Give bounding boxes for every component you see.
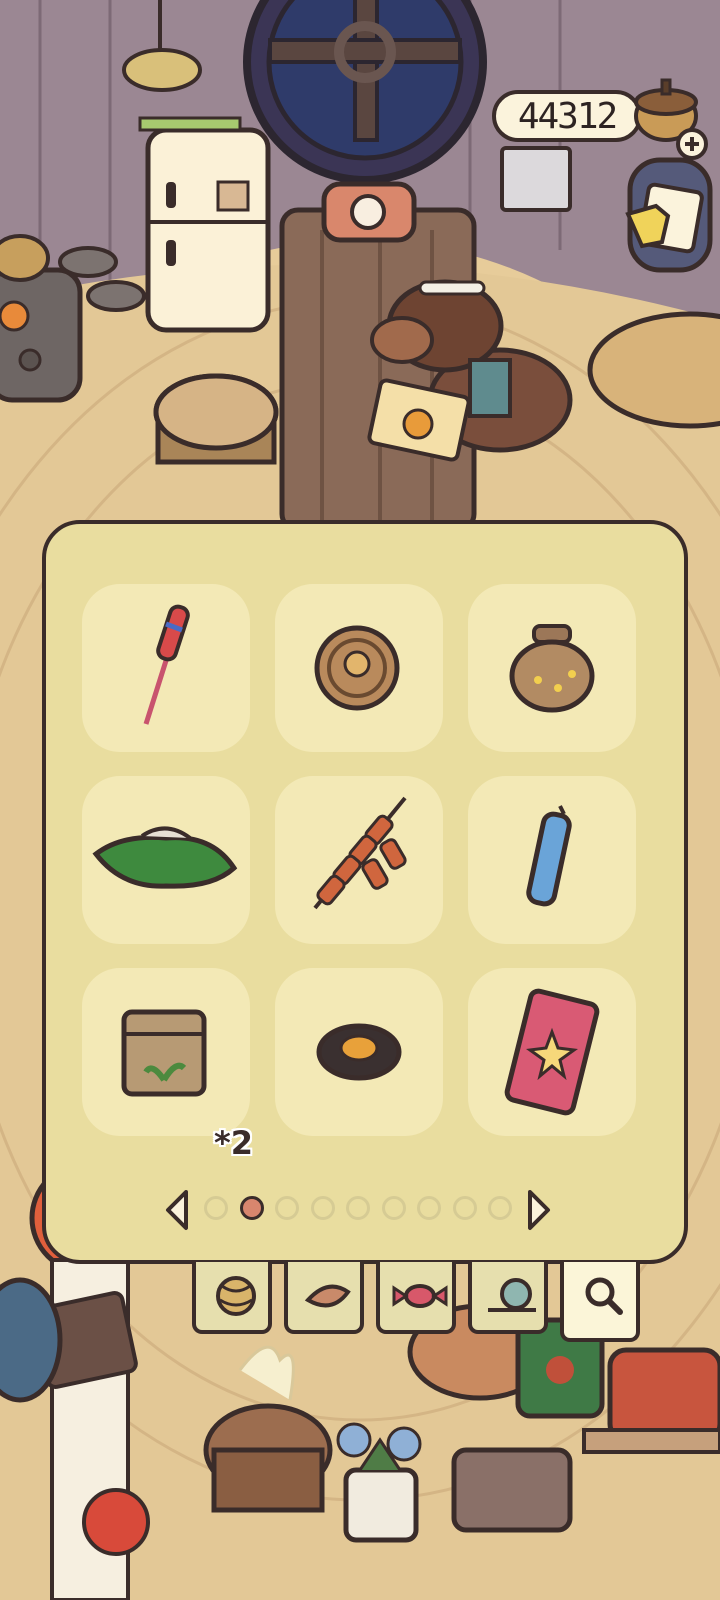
page-dot-9[interactable] [488,1196,512,1220]
item-quantity: *2 [214,1124,253,1162]
coin-counter[interactable]: 44312 [492,90,642,142]
inventory-slot-firecracker-string[interactable] [275,776,443,944]
pointing-hand-note-icon[interactable] [622,180,706,260]
page-dot-2[interactable] [239,1196,264,1220]
page-dot-5[interactable] [346,1196,370,1220]
wooden-stool [153,373,279,465]
inventory-slot-firework-rocket[interactable] [82,584,250,752]
blue-cracker-icon [526,805,572,907]
page-dot-6[interactable] [381,1196,406,1220]
page-dot-7[interactable] [417,1196,441,1220]
inventory-slot-clay-jar[interactable] [468,584,636,752]
inventory-slot-round-cookie[interactable] [275,584,443,752]
acorn-coin-plus-icon[interactable] [630,72,710,162]
fridge [138,116,271,333]
cookie-icon [314,625,400,711]
tab-search[interactable] [560,1262,640,1342]
page-dot-4[interactable] [310,1196,335,1220]
coin-count: 44312 [517,95,618,137]
next-page-icon[interactable] [526,1188,554,1232]
inventory-slot-seed-bag[interactable] [82,968,250,1136]
inventory-slot-green-bundle[interactable] [82,776,250,944]
tab-candy[interactable] [376,1262,456,1334]
magnifier-icon [585,1277,623,1315]
inventory-pager [0,1188,720,1232]
bundle-icon [92,826,238,889]
leaf-icon [304,1284,351,1308]
inventory-slot-firework-box[interactable] [468,968,636,1136]
telephone [321,181,417,243]
candy-icon [392,1284,448,1308]
inventory-slot-blue-firecracker[interactable] [468,776,636,944]
page-dot-8[interactable] [452,1196,477,1220]
firecracker-icon [313,796,407,910]
snail-icon [488,1278,536,1312]
inventory-slot-straw-hat[interactable] [275,968,443,1136]
seed-bag-icon [121,1009,207,1097]
tab-yarn[interactable] [192,1262,272,1334]
page-dot-3[interactable] [275,1196,299,1220]
yarn-ball-icon [216,1276,256,1316]
jar-icon [509,624,595,713]
hat-icon [316,1023,402,1081]
firework-box-icon [504,988,600,1116]
tab-leaf[interactable] [284,1262,364,1334]
flower-pot [336,1422,422,1543]
firework-rocket-icon [143,604,190,725]
previous-page-icon[interactable] [162,1188,190,1232]
tab-snail[interactable] [468,1262,548,1334]
page-dot-1[interactable] [204,1196,228,1220]
